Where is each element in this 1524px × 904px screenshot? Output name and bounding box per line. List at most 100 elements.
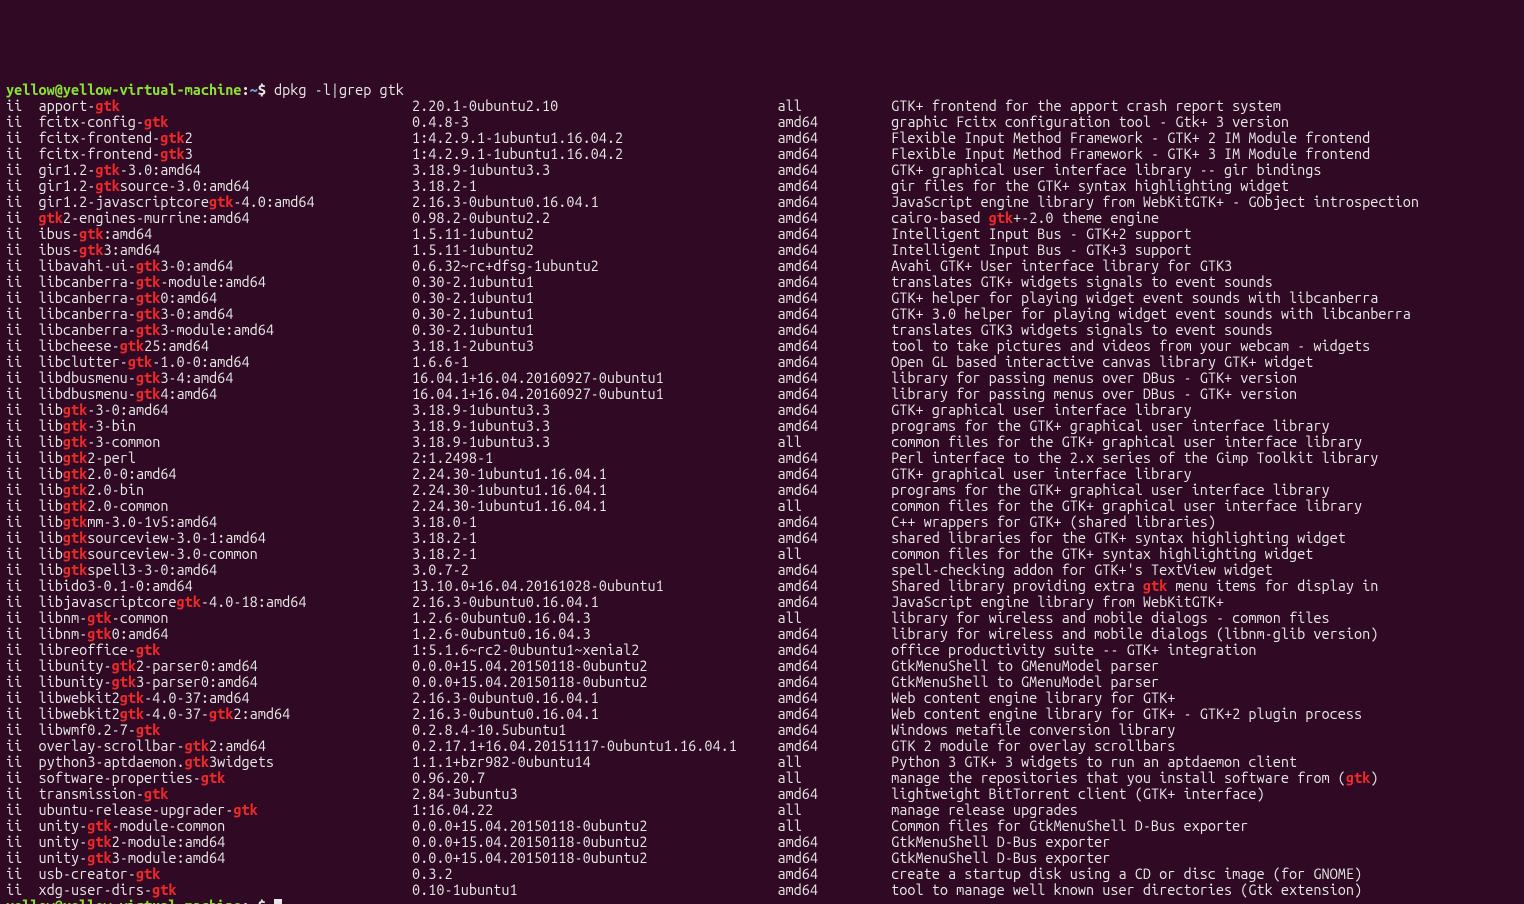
pkg-status: ii bbox=[6, 353, 38, 370]
pkg-arch: amd64 bbox=[777, 241, 891, 258]
pkg-arch: amd64 bbox=[777, 529, 891, 546]
pkg-description: common files for the GTK+ graphical user… bbox=[891, 497, 1362, 514]
terminal[interactable]: yellow@yellow-virtual-machine:~$ dpkg -l… bbox=[0, 80, 1524, 904]
pkg-arch: amd64 bbox=[777, 401, 891, 418]
pkg-version: 2.84-3ubuntu3 bbox=[412, 785, 777, 802]
pkg-status: ii bbox=[6, 97, 38, 114]
pkg-arch: amd64 bbox=[777, 289, 891, 306]
pkg-name: libgtk2.0-bin bbox=[38, 481, 412, 498]
pkg-status: ii bbox=[6, 481, 38, 498]
pkg-description: tool to take pictures and videos from yo… bbox=[891, 337, 1370, 354]
pkg-status: ii bbox=[6, 209, 38, 226]
pkg-description: Perl interface to the 2.x series of the … bbox=[891, 449, 1378, 466]
prompt-user-host: yellow@yellow-virtual-machine bbox=[6, 81, 241, 98]
pkg-status: ii bbox=[6, 401, 38, 418]
pkg-status: ii bbox=[6, 113, 38, 130]
package-row: ii fcitx-frontend-gtk3 1:4.2.9.1-1ubuntu… bbox=[6, 146, 1518, 162]
pkg-description: Flexible Input Method Framework - GTK+ 2… bbox=[891, 129, 1370, 146]
pkg-arch: amd64 bbox=[777, 865, 891, 882]
pkg-version: 2.24.30-1ubuntu1.16.04.1 bbox=[412, 465, 777, 482]
pkg-name: libgtkspell3-3-0:amd64 bbox=[38, 561, 412, 578]
pkg-description: Web content engine library for GTK+ bbox=[891, 689, 1175, 706]
pkg-description: GTK+ graphical user interface library bbox=[891, 465, 1191, 482]
package-row: ii libgtk2.0-bin 2.24.30-1ubuntu1.16.04.… bbox=[6, 482, 1518, 498]
pkg-status: ii bbox=[6, 609, 38, 626]
pkg-version: 0.0.0+15.04.20150118-0ubuntu2 bbox=[412, 817, 777, 834]
pkg-arch: amd64 bbox=[777, 561, 891, 578]
pkg-status: ii bbox=[6, 865, 38, 882]
pkg-status: ii bbox=[6, 465, 38, 482]
prompt-path: ~ bbox=[250, 897, 258, 904]
pkg-version: 1.5.11-1ubuntu2 bbox=[412, 225, 777, 242]
package-row: ii ibus-gtk3:amd64 1.5.11-1ubuntu2 amd64… bbox=[6, 242, 1518, 258]
pkg-description: cairo-based gtk+-2.0 theme engine bbox=[891, 209, 1159, 226]
pkg-arch: amd64 bbox=[777, 337, 891, 354]
pkg-status: ii bbox=[6, 561, 38, 578]
pkg-name: libwmf0.2-7-gtk bbox=[38, 721, 412, 738]
typed-command: dpkg -l|grep gtk bbox=[274, 81, 404, 98]
pkg-name: libunity-gtk3-parser0:amd64 bbox=[38, 673, 412, 690]
pkg-name: libunity-gtk2-parser0:amd64 bbox=[38, 657, 412, 674]
package-row: ii libgtk2.0-0:amd64 2.24.30-1ubuntu1.16… bbox=[6, 466, 1518, 482]
pkg-version: 3.0.7-2 bbox=[412, 561, 777, 578]
pkg-description: shared libraries for the GTK+ syntax hig… bbox=[891, 529, 1346, 546]
pkg-name: gir1.2-gtk-3.0:amd64 bbox=[38, 161, 412, 178]
pkg-version: 2.20.1-0ubuntu2.10 bbox=[412, 97, 777, 114]
pkg-version: 1:5.1.6~rc2-0ubuntu1~xenial2 bbox=[412, 641, 777, 658]
pkg-version: 0.0.0+15.04.20150118-0ubuntu2 bbox=[412, 657, 777, 674]
package-row: ii libgtk-3-0:amd64 3.18.9-1ubuntu3.3 am… bbox=[6, 402, 1518, 418]
pkg-arch: amd64 bbox=[777, 273, 891, 290]
pkg-name: libgtk2.0-common bbox=[38, 497, 412, 514]
pkg-arch: amd64 bbox=[777, 705, 891, 722]
pkg-arch: all bbox=[777, 801, 891, 818]
pkg-version: 2.24.30-1ubuntu1.16.04.1 bbox=[412, 481, 777, 498]
pkg-name: ibus-gtk3:amd64 bbox=[38, 241, 412, 258]
pkg-status: ii bbox=[6, 737, 38, 754]
package-row: ii unity-gtk2-module:amd64 0.0.0+15.04.2… bbox=[6, 834, 1518, 850]
package-row: ii libgtk2.0-common 2.24.30-1ubuntu1.16.… bbox=[6, 498, 1518, 514]
package-row: ii gir1.2-javascriptcoregtk-4.0:amd64 2.… bbox=[6, 194, 1518, 210]
pkg-name: gir1.2-gtksource-3.0:amd64 bbox=[38, 177, 412, 194]
pkg-version: 3.18.9-1ubuntu3.3 bbox=[412, 417, 777, 434]
pkg-name: libcanberra-gtk0:amd64 bbox=[38, 289, 412, 306]
pkg-status: ii bbox=[6, 321, 38, 338]
package-row: ii libunity-gtk3-parser0:amd64 0.0.0+15.… bbox=[6, 674, 1518, 690]
pkg-description: Shared library providing extra gtk menu … bbox=[891, 577, 1378, 594]
pkg-description: Open GL based interactive canvas library… bbox=[891, 353, 1313, 370]
pkg-version: 16.04.1+16.04.20160927-0ubuntu1 bbox=[412, 369, 777, 386]
pkg-arch: amd64 bbox=[777, 177, 891, 194]
pkg-arch: amd64 bbox=[777, 657, 891, 674]
pkg-name: libclutter-gtk-1.0-0:amd64 bbox=[38, 353, 412, 370]
pkg-version: 0.4.8-3 bbox=[412, 113, 777, 130]
package-row: ii libnm-gtk-common 1.2.6-0ubuntu0.16.04… bbox=[6, 610, 1518, 626]
package-row: ii gtk2-engines-murrine:amd64 0.98.2-0ub… bbox=[6, 210, 1518, 226]
pkg-arch: amd64 bbox=[777, 513, 891, 530]
package-row: ii libclutter-gtk-1.0-0:amd64 1.6.6-1 am… bbox=[6, 354, 1518, 370]
pkg-name: libavahi-ui-gtk3-0:amd64 bbox=[38, 257, 412, 274]
package-row: ii libgtk-3-common 3.18.9-1ubuntu3.3 all… bbox=[6, 434, 1518, 450]
pkg-version: 2:1.2498-1 bbox=[412, 449, 777, 466]
pkg-description: Web content engine library for GTK+ - GT… bbox=[891, 705, 1362, 722]
pkg-description: graphic Fcitx configuration tool - Gtk+ … bbox=[891, 113, 1289, 130]
package-row: ii libgtk-3-bin 3.18.9-1ubuntu3.3 amd64 … bbox=[6, 418, 1518, 434]
package-row: ii apport-gtk 2.20.1-0ubuntu2.10 all GTK… bbox=[6, 98, 1518, 114]
pkg-arch: all bbox=[777, 769, 891, 786]
prompt-user-host: yellow@yellow-virtual-machine bbox=[6, 897, 241, 904]
prompt-dollar: $ bbox=[258, 897, 274, 904]
pkg-arch: amd64 bbox=[777, 721, 891, 738]
package-row: ii libunity-gtk2-parser0:amd64 0.0.0+15.… bbox=[6, 658, 1518, 674]
pkg-arch: all bbox=[777, 497, 891, 514]
pkg-status: ii bbox=[6, 593, 38, 610]
pkg-name: libido3-0.1-0:amd64 bbox=[38, 577, 412, 594]
pkg-arch: amd64 bbox=[777, 881, 891, 898]
pkg-status: ii bbox=[6, 673, 38, 690]
pkg-description: manage release upgrades bbox=[891, 801, 1078, 818]
pkg-status: ii bbox=[6, 449, 38, 466]
package-row: ii libwebkit2gtk-4.0-37:amd64 2.16.3-0ub… bbox=[6, 690, 1518, 706]
pkg-arch: amd64 bbox=[777, 481, 891, 498]
pkg-version: 0.0.0+15.04.20150118-0ubuntu2 bbox=[412, 833, 777, 850]
pkg-status: ii bbox=[6, 689, 38, 706]
pkg-description: JavaScript engine library from WebKitGTK… bbox=[891, 193, 1419, 210]
pkg-version: 1.2.6-0ubuntu0.16.04.3 bbox=[412, 625, 777, 642]
pkg-name: libreoffice-gtk bbox=[38, 641, 412, 658]
